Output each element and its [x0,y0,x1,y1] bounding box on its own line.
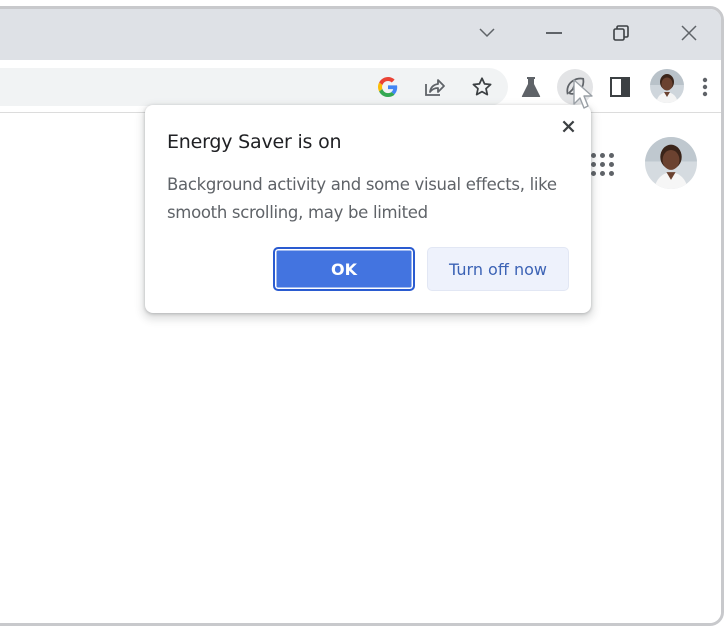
labs-flask-icon [521,77,541,97]
restore-button[interactable] [603,17,639,49]
turn-off-now-button[interactable]: Turn off now [427,247,569,291]
share-icon [425,79,445,96]
google-lens-button[interactable] [372,71,404,103]
ok-button[interactable]: OK [273,247,415,291]
share-button[interactable] [419,71,451,103]
side-panel-icon [610,77,630,97]
more-menu-button[interactable] [695,71,715,103]
bubble-body: Background activity and some visual effe… [167,175,557,222]
labs-button[interactable] [515,71,547,103]
close-window-button[interactable] [671,17,707,49]
browser-window [0,6,724,626]
profile-avatar [650,69,684,103]
close-icon [562,120,574,132]
profile-button[interactable] [650,69,684,103]
bubble-title: Energy Saver is on [167,131,342,153]
close-icon [681,25,697,41]
bookmark-star-icon [472,77,492,96]
account-avatar[interactable] [645,137,697,189]
chevron-down-icon [479,28,495,38]
title-bar [0,9,721,60]
more-menu-icon [702,77,708,97]
omnibox[interactable] [0,68,508,106]
bookmark-button[interactable] [466,71,498,103]
apps-grid-icon[interactable] [591,153,619,181]
tab-search-button[interactable] [469,17,505,49]
energy-saver-button[interactable] [557,69,593,105]
google-icon [378,77,398,97]
restore-icon [613,25,629,41]
energy-saver-leaf-icon [566,77,585,95]
minimize-icon [546,32,562,34]
minimize-button[interactable] [536,17,572,49]
bubble-close-button[interactable] [557,115,579,137]
energy-saver-bubble: Energy Saver is on Background activity a… [145,105,591,313]
side-panel-button[interactable] [604,71,636,103]
